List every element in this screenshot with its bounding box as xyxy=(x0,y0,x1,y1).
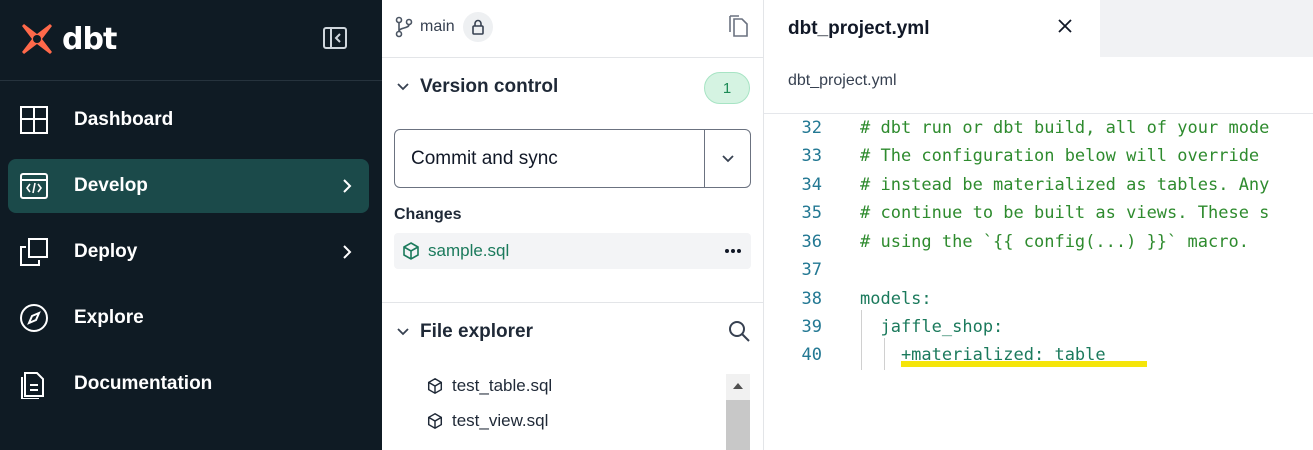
sidebar-item-label: Explore xyxy=(74,307,144,328)
divider xyxy=(382,302,764,303)
branch-selector[interactable]: main xyxy=(394,12,493,42)
breadcrumb[interactable]: dbt_project.yml xyxy=(788,72,897,90)
line-text: # using the `{{ config(...) }}` macro. xyxy=(860,232,1249,252)
sidebar-item-dashboard[interactable]: Dashboard xyxy=(8,93,369,147)
sidebar-item-documentation[interactable]: Documentation xyxy=(8,357,369,411)
model-cube-icon xyxy=(427,377,443,395)
editor-tab[interactable]: dbt_project.yml xyxy=(764,0,1100,57)
sidebar-item-develop[interactable]: Develop xyxy=(8,159,369,213)
code-line: 38 models: xyxy=(764,285,1313,313)
sidebar-item-label: Develop xyxy=(74,175,148,196)
changes-count-badge: 1 xyxy=(704,72,750,104)
brand-name: dbt xyxy=(62,21,117,57)
file-name: test_view.sql xyxy=(452,411,549,430)
line-number: 34 xyxy=(801,175,822,195)
changed-file-name: sample.sql xyxy=(428,241,510,260)
code-editor: dbt_project.yml dbt_project.yml 32 # dbt … xyxy=(764,0,1313,450)
sidebar-item-label: Deploy xyxy=(74,241,138,262)
indent-guide xyxy=(884,338,885,370)
git-branch-icon xyxy=(395,16,413,38)
line-number: 38 xyxy=(801,289,822,309)
code-line: 37 xyxy=(764,256,1313,284)
file-name: test_table.sql xyxy=(452,376,553,395)
divider xyxy=(382,57,764,58)
close-icon[interactable] xyxy=(1056,17,1074,35)
line-number: 40 xyxy=(801,345,822,365)
section-title: Version control xyxy=(420,76,559,97)
line-number: 39 xyxy=(801,317,822,337)
code-line: 33 # The configuration below will overrid… xyxy=(764,142,1313,170)
code-icon xyxy=(18,170,50,202)
sidebar: dbt Dashboard Develop Deploy Explore Doc… xyxy=(0,0,382,450)
more-options-icon[interactable] xyxy=(723,243,743,259)
code-line: 32 # dbt run or dbt build, all of your mo… xyxy=(764,114,1313,142)
changed-file-item[interactable]: sample.sql xyxy=(394,233,751,269)
sidebar-collapse-icon xyxy=(323,27,347,49)
file-item[interactable]: test_view.sql xyxy=(426,407,548,435)
lock-icon xyxy=(471,19,484,35)
chevron-right-icon xyxy=(343,179,352,193)
branch-lock xyxy=(462,12,493,42)
line-number: 37 xyxy=(801,260,822,280)
chevron-right-icon xyxy=(343,245,352,259)
file-explorer-header[interactable]: File explorer xyxy=(396,317,533,347)
line-text: # The configuration below will override xyxy=(860,146,1260,166)
chevron-down-icon xyxy=(397,328,409,336)
code-line: 35 # continue to be built as views. These… xyxy=(764,199,1313,227)
chevron-down-icon xyxy=(721,154,734,162)
collapse-sidebar-button[interactable] xyxy=(322,26,348,50)
docs-icon xyxy=(18,368,50,400)
dbt-logo-icon xyxy=(22,24,52,54)
file-item[interactable]: test_table.sql xyxy=(426,372,552,400)
sidebar-item-label: Documentation xyxy=(74,373,213,394)
model-cube-icon xyxy=(403,242,419,260)
version-control-header[interactable]: Version control xyxy=(396,72,558,102)
chevron-down-icon xyxy=(397,83,409,91)
code-line: 34 # instead be materialized as tables. A… xyxy=(764,171,1313,199)
git-panel: main Version control 1 Commit and sync C… xyxy=(382,0,764,450)
scroll-up-arrow-icon[interactable] xyxy=(731,381,745,391)
editor-tab-bar: dbt_project.yml xyxy=(764,0,1313,57)
dashboard-icon xyxy=(18,104,50,136)
indent-guide xyxy=(861,310,862,370)
scrollbar-thumb[interactable] xyxy=(726,400,750,450)
sidebar-item-label: Dashboard xyxy=(74,109,174,130)
model-cube-icon xyxy=(427,412,443,430)
line-text: models: xyxy=(860,289,932,309)
line-text: # dbt run or dbt build, all of your mode xyxy=(860,118,1270,138)
section-title: File explorer xyxy=(420,321,533,342)
highlight-underline xyxy=(901,361,1147,367)
commit-control: Commit and sync xyxy=(394,129,751,188)
branch-name: main xyxy=(420,18,455,35)
line-text: # instead be materialized as tables. Any xyxy=(860,175,1270,195)
dbt-logo[interactable]: dbt xyxy=(18,20,117,58)
code-line: 39 jaffle_shop: xyxy=(764,313,1313,341)
line-number: 33 xyxy=(801,146,822,166)
commit-and-sync-button[interactable]: Commit and sync xyxy=(395,130,704,187)
sidebar-divider xyxy=(0,80,382,81)
changes-label: Changes xyxy=(394,206,462,223)
line-number: 35 xyxy=(801,203,822,223)
commit-options-dropdown[interactable] xyxy=(704,130,750,187)
sidebar-item-explore[interactable]: Explore xyxy=(8,291,369,345)
sidebar-item-deploy[interactable]: Deploy xyxy=(8,225,369,279)
line-text: # continue to be built as views. These s xyxy=(860,203,1270,223)
line-text: jaffle_shop: xyxy=(860,317,1004,337)
code-area[interactable]: 32 # dbt run or dbt build, all of your mo… xyxy=(764,114,1313,450)
line-number: 36 xyxy=(801,232,822,252)
deploy-icon xyxy=(18,236,50,268)
tab-title: dbt_project.yml xyxy=(788,17,930,39)
line-number: 32 xyxy=(801,118,822,138)
code-line: 36 # using the `{{ config(...) }}` macro. xyxy=(764,228,1313,256)
compass-icon xyxy=(18,302,50,334)
search-icon[interactable] xyxy=(727,319,751,343)
copy-icon[interactable] xyxy=(727,14,749,38)
